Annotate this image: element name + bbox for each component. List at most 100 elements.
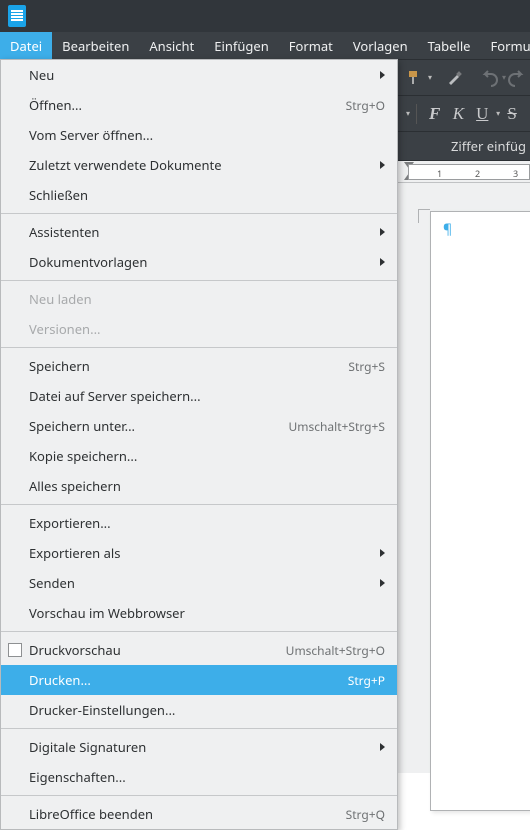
- menu-item[interactable]: Datei auf Server speichern...: [1, 381, 397, 411]
- submenu-arrow-icon: [380, 743, 385, 751]
- menu-item[interactable]: Kopie speichern...: [1, 441, 397, 471]
- pilcrow-mark: ¶: [443, 220, 452, 239]
- submenu-arrow-icon: [380, 71, 385, 79]
- menu-item[interactable]: Exportieren als: [1, 538, 397, 568]
- menu-item-label: Schließen: [29, 186, 385, 204]
- menu-item-label: LibreOffice beenden: [29, 805, 346, 823]
- redo-button[interactable]: [508, 65, 526, 91]
- menu-item-shortcut: Umschalt+Strg+S: [288, 418, 385, 435]
- ruler-number: 3: [513, 167, 518, 180]
- bold-button[interactable]: F: [425, 101, 445, 127]
- menu-item-label: Druckvorschau: [29, 641, 286, 659]
- menu-item[interactable]: Vorschau im Webbrowser: [1, 598, 397, 628]
- ruler-scale: 1 2 3: [408, 164, 530, 180]
- menu-item-label: Speichern: [29, 357, 348, 375]
- menu-item: Neu laden: [1, 284, 397, 314]
- chevron-down-icon[interactable]: ▾: [406, 108, 410, 119]
- menu-separator: [1, 213, 397, 214]
- toolbar-separator: [416, 104, 417, 124]
- menu-item[interactable]: Alles speichern: [1, 471, 397, 501]
- menu-einfügen[interactable]: Einfügen: [204, 32, 278, 59]
- menu-item-label: Exportieren...: [29, 514, 385, 532]
- ruler-number: 2: [475, 167, 480, 180]
- page-corner: [418, 209, 430, 223]
- menu-item[interactable]: Exportieren...: [1, 508, 397, 538]
- menu-separator: [1, 280, 397, 281]
- menu-item-label: Eigenschaften...: [29, 768, 385, 786]
- undo-button[interactable]: [480, 65, 498, 91]
- menu-item[interactable]: Dokumentvorlagen: [1, 247, 397, 277]
- menu-vorlagen[interactable]: Vorlagen: [343, 32, 418, 59]
- menu-item-label: Datei auf Server speichern...: [29, 387, 385, 405]
- underline-button[interactable]: U: [472, 101, 492, 127]
- menu-item[interactable]: Zuletzt verwendete Dokumente: [1, 150, 397, 180]
- checkbox-icon: [8, 643, 22, 657]
- menu-item-shortcut: Strg+P: [348, 672, 385, 689]
- menu-item[interactable]: Assistenten: [1, 217, 397, 247]
- menu-item: Versionen...: [1, 314, 397, 344]
- menu-item[interactable]: Drucken...Strg+P: [1, 665, 397, 695]
- menu-item[interactable]: Vom Server öffnen...: [1, 120, 397, 150]
- menu-item[interactable]: LibreOffice beendenStrg+Q: [1, 799, 397, 829]
- menu-item-shortcut: Strg+Q: [346, 806, 385, 823]
- menu-item[interactable]: SpeichernStrg+S: [1, 351, 397, 381]
- menu-item[interactable]: Drucker-Einstellungen...: [1, 695, 397, 725]
- file-menu-dropdown: Neu Öffnen...Strg+O Vom Server öffnen... Zu…: [0, 59, 398, 830]
- menu-separator: [1, 795, 397, 796]
- chevron-down-icon[interactable]: ▾: [502, 72, 506, 83]
- menu-item[interactable]: Öffnen...Strg+O: [1, 90, 397, 120]
- menu-item-shortcut: Strg+S: [348, 358, 385, 375]
- menu-item-shortcut: Umschalt+Strg+O: [286, 642, 385, 659]
- menu-item-label: Digitale Signaturen: [29, 738, 374, 756]
- menu-separator: [1, 631, 397, 632]
- menu-tabelle[interactable]: Tabelle: [418, 32, 481, 59]
- menu-ansicht[interactable]: Ansicht: [139, 32, 204, 59]
- menu-item-label: Drucker-Einstellungen...: [29, 701, 385, 719]
- menu-item[interactable]: DruckvorschauUmschalt+Strg+O: [1, 635, 397, 665]
- menu-item-label: Kopie speichern...: [29, 447, 385, 465]
- submenu-arrow-icon: [380, 579, 385, 587]
- submenu-arrow-icon: [380, 228, 385, 236]
- menu-item-label: Neu laden: [29, 290, 385, 308]
- submenu-arrow-icon: [380, 258, 385, 266]
- menu-item[interactable]: Senden: [1, 568, 397, 598]
- menubar: DateiBearbeitenAnsichtEinfügenFormatVorl…: [0, 32, 530, 59]
- menu-item[interactable]: Neu: [1, 60, 397, 90]
- chevron-down-icon[interactable]: ▾: [428, 72, 432, 83]
- menu-item-label: Versionen...: [29, 320, 385, 338]
- italic-button[interactable]: K: [449, 101, 469, 127]
- menu-item-label: Vorschau im Webbrowser: [29, 604, 385, 622]
- window-titlebar: [0, 0, 530, 32]
- menu-item[interactable]: Eigenschaften...: [1, 762, 397, 792]
- insert-number-label[interactable]: Ziffer einfüg: [451, 137, 526, 155]
- menu-item-label: Drucken...: [29, 671, 348, 689]
- menu-item[interactable]: Digitale Signaturen: [1, 732, 397, 762]
- submenu-arrow-icon: [380, 161, 385, 169]
- menu-item-label: Zuletzt verwendete Dokumente: [29, 156, 374, 174]
- document-page[interactable]: ¶: [430, 211, 530, 811]
- menu-separator: [1, 347, 397, 348]
- menu-item-label: Dokumentvorlagen: [29, 253, 374, 271]
- paintbrush-button[interactable]: [446, 65, 464, 91]
- menu-item[interactable]: Schließen: [1, 180, 397, 210]
- menu-item-label: Öffnen...: [29, 96, 346, 114]
- menu-item-label: Neu: [29, 66, 374, 84]
- ruler-number: 1: [437, 167, 442, 180]
- menu-bearbeiten[interactable]: Bearbeiten: [52, 32, 139, 59]
- menu-item-label: Vom Server öffnen...: [29, 126, 385, 144]
- document-icon: [8, 5, 26, 27]
- clone-formatting-button[interactable]: [406, 65, 424, 91]
- chevron-down-icon[interactable]: ▾: [496, 108, 500, 119]
- menu-item-label: Exportieren als: [29, 544, 374, 562]
- strikethrough-button[interactable]: S: [502, 101, 522, 127]
- menu-item-shortcut: Strg+O: [346, 97, 385, 114]
- menu-format[interactable]: Format: [279, 32, 343, 59]
- menu-item-label: Alles speichern: [29, 477, 385, 495]
- menu-datei[interactable]: Datei: [0, 32, 52, 59]
- menu-formular[interactable]: Formular: [481, 32, 530, 59]
- menu-separator: [1, 504, 397, 505]
- menu-item-label: Assistenten: [29, 223, 374, 241]
- menu-item[interactable]: Speichern unter...Umschalt+Strg+S: [1, 411, 397, 441]
- menu-separator: [1, 728, 397, 729]
- menu-item-label: Speichern unter...: [29, 417, 288, 435]
